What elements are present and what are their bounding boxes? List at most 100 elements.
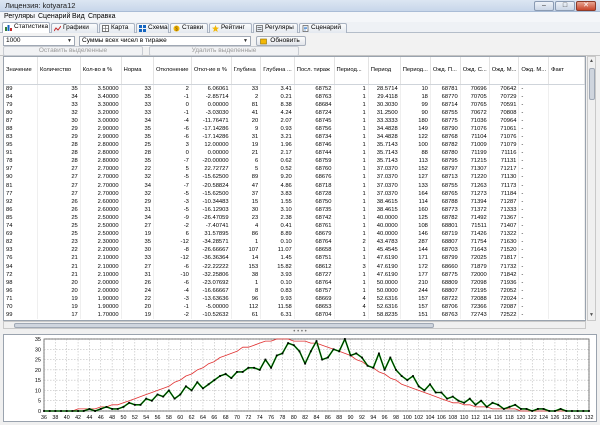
data-point <box>366 364 369 367</box>
menu-item-view[interactable]: Вид <box>72 13 85 20</box>
table-cell: - <box>518 149 550 158</box>
data-point <box>150 399 153 402</box>
horizontal-scrollbar[interactable] <box>3 321 586 329</box>
tab-bets[interactable]: $ Ставки <box>170 23 208 33</box>
scroll-thumb[interactable] <box>589 68 595 100</box>
close-button[interactable]: ✕ <box>576 1 596 11</box>
column-header[interactable]: Значение <box>4 57 38 85</box>
table-row[interactable]: 71 19 1.90000 22 -3 -13.63636 96 9.93 68669 4 52.6… <box>4 294 585 303</box>
table-row[interactable]: 74 25 2.50000 27 -2 -7.40741 4 0.41 68761 1 40.000… <box>4 222 585 231</box>
column-header[interactable]: Посл. тираж <box>294 57 335 85</box>
menu-item-help[interactable]: Справка <box>88 13 115 20</box>
table-cell: 61 <box>231 311 262 320</box>
column-header[interactable]: Период... <box>400 57 431 85</box>
table-row[interactable]: 86 26 2.60000 31 -5 -16.12903 30 3.10 68735 1 38.4… <box>4 205 585 214</box>
column-header[interactable]: Ожд. М... <box>518 57 550 85</box>
maximize-button[interactable]: □ <box>555 1 575 11</box>
column-header[interactable]: Отклонение <box>153 57 192 85</box>
table-row[interactable]: 98 20 2.00000 26 -6 -23.07692 1 0.10 68764 1 50.00… <box>4 278 585 287</box>
chevron-down-icon: ▼ <box>67 38 72 44</box>
draw-count-input[interactable]: 1000 ▼ <box>3 36 75 46</box>
table-row[interactable]: 92 26 2.60000 29 -3 -10.34483 15 1.55 68750 1 38.4… <box>4 197 585 206</box>
table-row[interactable]: 91 28 2.80000 28 0 0.00000 21 2.17 68744 1 35.7143… <box>4 149 585 158</box>
column-header[interactable]: Глубина ... <box>260 57 295 85</box>
table-cell: 17 <box>37 311 81 320</box>
table-row[interactable]: 76 21 2.10000 33 -12 -36.36364 14 1.45 68751 1 47.… <box>4 254 585 263</box>
table-row[interactable]: 70 19 1.90000 20 -1 -5.00000 112 11.58 68653 4 52.… <box>4 302 585 312</box>
table-row[interactable]: 90 27 2.70000 32 -5 -15.62500 89 9.20 68676 1 37.0… <box>4 173 585 182</box>
table-cell: - <box>518 222 550 231</box>
table-cell <box>548 149 585 158</box>
table-row[interactable]: 69 25 2.50000 19 6 31.57895 86 8.89 68679 1 40.000… <box>4 230 585 239</box>
table-cell: 35 <box>37 84 81 93</box>
table-row[interactable]: 85 25 2.50000 34 -9 -26.47059 23 2.38 68742 1 40.0… <box>4 213 585 222</box>
keep-selected-button[interactable]: Оставить выделенные <box>3 46 143 56</box>
tab-script[interactable]: Сценарий <box>299 23 347 33</box>
delete-selected-button[interactable]: Удалить выделенные <box>149 46 299 56</box>
column-header[interactable]: Откл-ие в % <box>191 57 232 85</box>
table-row[interactable]: 96 20 2.00000 24 -4 -16.66667 8 0.83 68757 1 50.00… <box>4 286 585 295</box>
table-row[interactable]: 99 17 1.70000 19 -2 -10.52632 61 6.31 68704 1 58.8… <box>4 311 585 320</box>
statistics-mode-select[interactable]: Суммы всех чисел в тираже ▼ <box>79 36 251 46</box>
table-row[interactable]: 87 30 3.00000 34 -4 -11.76471 20 2.07 68745 1 33.3… <box>4 116 585 125</box>
table-cell: 1 <box>334 124 369 133</box>
refresh-button[interactable]: Обновить <box>256 36 306 46</box>
table-row[interactable]: 84 34 3.40000 35 -1 -2.85714 2 0.21 68763 1 29.411… <box>4 92 585 101</box>
table-row[interactable]: 97 27 2.70000 22 5 22.72727 5 0.52 68760 1 37.0370… <box>4 165 585 174</box>
data-point <box>105 405 108 408</box>
data-point <box>525 408 528 410</box>
table-cell: 71130 <box>489 173 520 182</box>
tab-map[interactable]: Карта <box>99 23 135 33</box>
table-cell: 28.5714 <box>368 84 401 93</box>
column-header[interactable]: Количество <box>37 57 81 85</box>
scroll-up-icon[interactable]: ▲ <box>588 57 595 66</box>
table-cell: 149 <box>400 124 431 133</box>
table-row[interactable]: 89 35 3.50000 33 2 6.06061 33 3.41 68752 1 28.5714… <box>4 84 585 93</box>
table-row[interactable]: 79 33 3.30000 33 0 0.00000 81 8.38 68684 1 30.3030… <box>4 100 585 109</box>
table-row[interactable]: 81 27 2.70000 34 -7 -20.58824 47 4.86 68718 1 37.0… <box>4 181 585 190</box>
column-header[interactable]: Глубина <box>231 57 262 85</box>
scroll-down-icon[interactable]: ▼ <box>588 311 595 320</box>
tab-scheme[interactable]: Схема <box>136 23 169 33</box>
table-row[interactable]: 93 22 2.20000 30 -8 -26.66667 107 11.07 68658 1 45… <box>4 246 585 255</box>
table-cell: 210 <box>400 278 431 287</box>
table-row[interactable]: 83 29 2.90000 35 -6 -17.14286 31 3.21 68734 1 34.4… <box>4 132 585 142</box>
menu-item-regulars[interactable]: Регуляры <box>4 13 35 20</box>
column-header[interactable]: Период... <box>334 57 369 85</box>
column-header[interactable]: Ожд. С... <box>460 57 490 85</box>
tab-charts[interactable]: Графики <box>51 23 98 33</box>
data-point <box>77 410 79 412</box>
table-cell: 0.41 <box>260 222 295 231</box>
menu-item-script[interactable]: Сценарий <box>38 13 70 20</box>
tab-rating[interactable]: Рейтинг <box>209 23 252 33</box>
statistics-table[interactable]: Значение Количество Кол-во в % Норма Отклоне… <box>3 56 586 321</box>
table-row[interactable]: 94 21 2.10000 27 -6 -22.22222 153 15.82 68612 3 47… <box>4 262 585 271</box>
table-row[interactable]: 88 29 2.90000 35 -6 -17.14286 9 0.93 68756 1 34.48… <box>4 124 585 133</box>
column-header[interactable]: Период <box>368 57 401 85</box>
table-cell: 72366 <box>460 302 490 312</box>
table-cell: 71079 <box>489 141 520 150</box>
column-header[interactable]: Норма <box>121 57 154 85</box>
scroll-thumb[interactable] <box>14 323 434 328</box>
y-tick-label: 5 <box>38 399 41 405</box>
table-row[interactable]: 95 28 2.80000 25 3 12.00000 19 1.96 68746 1 35.714… <box>4 141 585 150</box>
table-row[interactable]: 77 27 2.70000 32 -5 -15.62500 37 3.83 68728 1 37.0… <box>4 189 585 198</box>
table-cell: 35.7143 <box>368 149 401 158</box>
table-row[interactable]: 82 23 2.30000 35 -12 -34.28571 1 0.10 68764 2 43.4… <box>4 238 585 247</box>
table-cell: 35 <box>121 238 154 247</box>
column-header[interactable]: Ожд. М... <box>489 57 520 85</box>
table-cell: 70964 <box>489 116 520 125</box>
table-row[interactable]: 78 28 2.80000 35 -7 -20.00000 6 0.62 68759 1 35.71… <box>4 157 585 166</box>
column-header[interactable]: Ожд. П... <box>430 57 461 85</box>
table-row[interactable]: 72 21 2.10000 31 -10 -32.25806 38 3.93 68727 1 47.… <box>4 270 585 279</box>
tab-regulars[interactable]: Регуляры <box>253 23 298 33</box>
table-cell: 68795 <box>430 157 461 166</box>
column-header[interactable]: Кол-во в % <box>80 57 122 85</box>
tab-statistics[interactable]: Статистика <box>2 22 50 33</box>
vertical-scrollbar[interactable]: ▲ ▼ <box>587 56 596 321</box>
column-header[interactable]: Факт <box>548 57 585 85</box>
data-point <box>116 408 119 410</box>
minimize-button[interactable]: – <box>534 1 554 11</box>
table-row[interactable]: 80 32 3.20000 33 -1 -3.03030 41 4.24 68724 1 31.25… <box>4 108 585 117</box>
x-tick-label: 66 <box>211 415 217 421</box>
